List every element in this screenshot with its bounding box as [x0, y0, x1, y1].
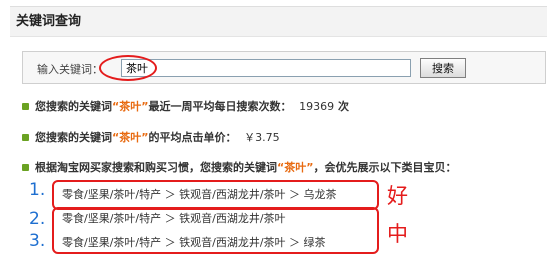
- search-button[interactable]: 搜索: [420, 58, 466, 78]
- bullet-icon: [22, 133, 29, 141]
- highlight-box-good: [52, 180, 379, 210]
- keyword-input[interactable]: [121, 59, 411, 77]
- keyword-query-panel: 关键词查询 输入关键词： 搜索 您搜索的关键词“茶叶”最近一周平均每日搜索次数：…: [10, 6, 547, 254]
- input-highlight-circle: [99, 55, 157, 81]
- highlight-box-medium: [52, 207, 379, 254]
- bullet-icon: [22, 163, 29, 171]
- result-line-search-count: 您搜索的关键词“茶叶”最近一周平均每日搜索次数： 19369 次: [22, 98, 349, 114]
- rank-number: 3.: [29, 231, 46, 251]
- bullet-icon: [22, 102, 29, 110]
- rank-number: 2.: [29, 209, 46, 229]
- result-line-category-intro: 根据淘宝网买家搜索和购买习惯，您搜索的关键词“茶叶”，会优先展示以下类目宝贝：: [22, 159, 456, 175]
- rank-number: 1.: [29, 180, 46, 200]
- annotation-medium: 中: [387, 222, 408, 246]
- result-line-click-price: 您搜索的关键词“茶叶”的平均点击单价： ￥3.75: [22, 129, 280, 145]
- panel-title: 关键词查询: [10, 6, 547, 37]
- search-label: 输入关键词：: [37, 63, 103, 76]
- annotation-good: 好: [387, 184, 408, 208]
